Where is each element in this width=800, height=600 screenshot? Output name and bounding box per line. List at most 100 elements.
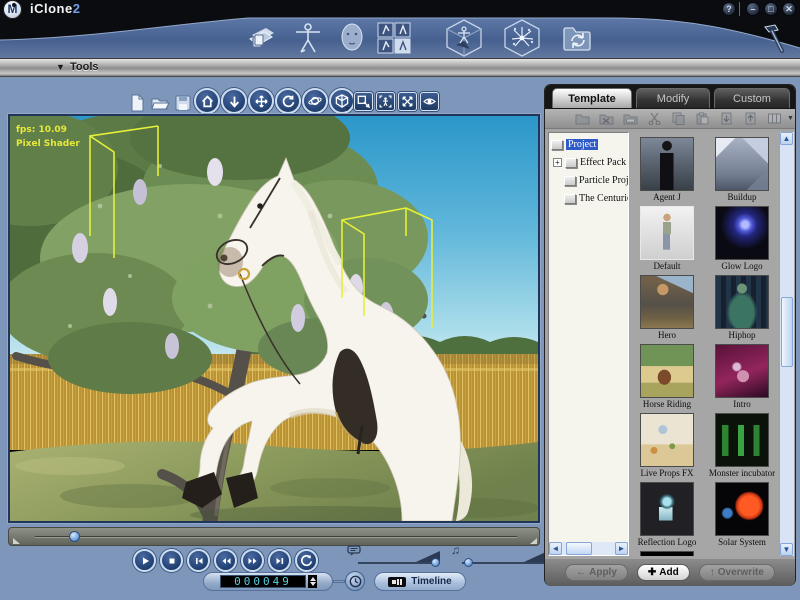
zoom-select-button[interactable]: [354, 92, 373, 111]
template-thumbnail[interactable]: [640, 137, 694, 191]
view-mode-icon[interactable]: [767, 112, 782, 125]
play-button[interactable]: [133, 549, 156, 572]
rotate-button[interactable]: [275, 88, 301, 114]
expand-plus-icon[interactable]: +: [553, 158, 562, 167]
frame-down-icon[interactable]: [310, 582, 316, 586]
minimize-button[interactable]: –: [746, 2, 760, 16]
tools-label[interactable]: Tools: [70, 61, 99, 73]
face-button[interactable]: [332, 20, 372, 56]
cut-icon[interactable]: [647, 112, 662, 125]
scroll-up-icon[interactable]: ▲: [780, 132, 793, 145]
template-item[interactable]: Hero: [631, 275, 703, 340]
frame-up-icon[interactable]: [310, 577, 316, 581]
template-thumbnail[interactable]: [715, 413, 769, 467]
tree-item-particle-project[interactable]: Particle Proje: [564, 173, 629, 188]
hammer-tool-button[interactable]: [752, 20, 792, 56]
template-item[interactable]: Reflection Logo: [631, 482, 703, 547]
view-mode-dropdown-icon[interactable]: ▼: [787, 115, 794, 122]
template-thumbnail[interactable]: [715, 275, 769, 329]
maximize-view-button[interactable]: [398, 92, 417, 111]
project-button[interactable]: [242, 20, 282, 56]
close-button[interactable]: ✕: [782, 2, 796, 16]
copy-icon[interactable]: [671, 112, 686, 125]
template-thumbnail[interactable]: [640, 344, 694, 398]
tab-custom[interactable]: Custom: [714, 88, 790, 108]
tools-collapse-icon[interactable]: ▼: [56, 62, 65, 72]
rename-icon[interactable]: [623, 112, 638, 125]
template-item[interactable]: Live Props FX: [631, 413, 703, 478]
template-thumbnail[interactable]: [715, 344, 769, 398]
pan-down-button[interactable]: [221, 88, 247, 114]
fast-forward-button[interactable]: [241, 549, 264, 572]
stop-button[interactable]: [160, 549, 183, 572]
tree-hscroll-thumb[interactable]: [566, 542, 592, 555]
frame-counter[interactable]: 000049: [203, 572, 333, 591]
template-item[interactable]: Horse Riding: [631, 344, 703, 409]
save-file-button[interactable]: [174, 94, 192, 112]
template-thumbnail[interactable]: [640, 482, 694, 536]
scroll-left-icon[interactable]: ◄: [549, 542, 562, 555]
tree-item-the-centurion[interactable]: The Centurio: [564, 191, 629, 206]
music-volume-thumb[interactable]: [464, 558, 473, 567]
loop-button[interactable]: [295, 549, 318, 572]
move-button[interactable]: [248, 88, 274, 114]
new-folder-icon[interactable]: [575, 112, 590, 125]
template-thumbnail[interactable]: [640, 275, 694, 329]
actor-frame-button[interactable]: [376, 92, 395, 111]
go-end-button[interactable]: [268, 549, 291, 572]
tree-item-effect-pack[interactable]: + Effect Pack: [553, 155, 626, 170]
template-thumbnail[interactable]: [715, 137, 769, 191]
music-volume-track[interactable]: [462, 562, 548, 564]
overwrite-button[interactable]: ↑Overwrite: [699, 564, 775, 581]
tree-horizontal-scrollbar[interactable]: ◄ ►: [549, 542, 628, 555]
template-item[interactable]: Glow Logo: [706, 206, 778, 271]
template-item[interactable]: Buildup: [706, 137, 778, 202]
maximize-button[interactable]: □: [764, 2, 778, 16]
template-thumbnail[interactable]: [715, 206, 769, 260]
import-icon[interactable]: [719, 112, 734, 125]
grid-vertical-scrollbar[interactable]: ▲ ▼: [780, 132, 794, 556]
template-thumbnail[interactable]: [640, 206, 694, 260]
tab-modify[interactable]: Modify: [636, 88, 710, 108]
orbit-button[interactable]: [302, 88, 328, 114]
paste-icon[interactable]: [695, 112, 710, 125]
timeline-button[interactable]: Timeline: [374, 572, 466, 591]
template-item[interactable]: Hiphop: [706, 275, 778, 340]
template-item[interactable]: Solar System: [706, 482, 778, 547]
cube-view-dropdown-icon[interactable]: ▼: [344, 106, 351, 113]
tab-template[interactable]: Template: [552, 88, 632, 108]
timeline-scrubber[interactable]: [8, 527, 540, 546]
stage-button[interactable]: [444, 20, 484, 56]
home-view-button[interactable]: [194, 88, 220, 114]
voice-volume-track[interactable]: [358, 562, 440, 564]
template-item-partial[interactable]: [631, 551, 703, 556]
camera-view-button[interactable]: [420, 92, 439, 111]
template-item[interactable]: Agent J: [631, 137, 703, 202]
template-thumbnail[interactable]: [640, 413, 694, 467]
media-button[interactable]: [558, 20, 598, 56]
export-icon[interactable]: [743, 112, 758, 125]
template-thumbnail[interactable]: [715, 482, 769, 536]
apply-button[interactable]: ←Apply: [565, 564, 628, 581]
open-file-button[interactable]: [150, 94, 168, 112]
time-mode-button[interactable]: [345, 571, 365, 591]
scrub-track[interactable]: [35, 536, 517, 538]
tree-item-project[interactable]: Project: [551, 137, 598, 152]
add-button[interactable]: ✚Add: [637, 564, 690, 581]
template-item[interactable]: Intro: [706, 344, 778, 409]
3d-viewport[interactable]: fps: 10.09 Pixel Shader: [8, 114, 540, 523]
grid-vscroll-thumb[interactable]: [781, 297, 793, 367]
scroll-right-icon[interactable]: ►: [615, 542, 628, 555]
particle-button[interactable]: [502, 20, 542, 56]
new-file-button[interactable]: [128, 94, 146, 112]
go-start-button[interactable]: [187, 549, 210, 572]
scrub-thumb[interactable]: [69, 531, 80, 542]
template-item[interactable]: Monster incubator: [706, 413, 778, 478]
help-button[interactable]: ?: [722, 2, 736, 16]
template-thumbnail[interactable]: [640, 551, 694, 556]
voice-volume-thumb[interactable]: [431, 558, 440, 567]
scroll-down-icon[interactable]: ▼: [780, 543, 793, 556]
template-item[interactable]: Default: [631, 206, 703, 271]
frame-spinner[interactable]: [308, 575, 317, 588]
actor-button[interactable]: [288, 20, 328, 56]
